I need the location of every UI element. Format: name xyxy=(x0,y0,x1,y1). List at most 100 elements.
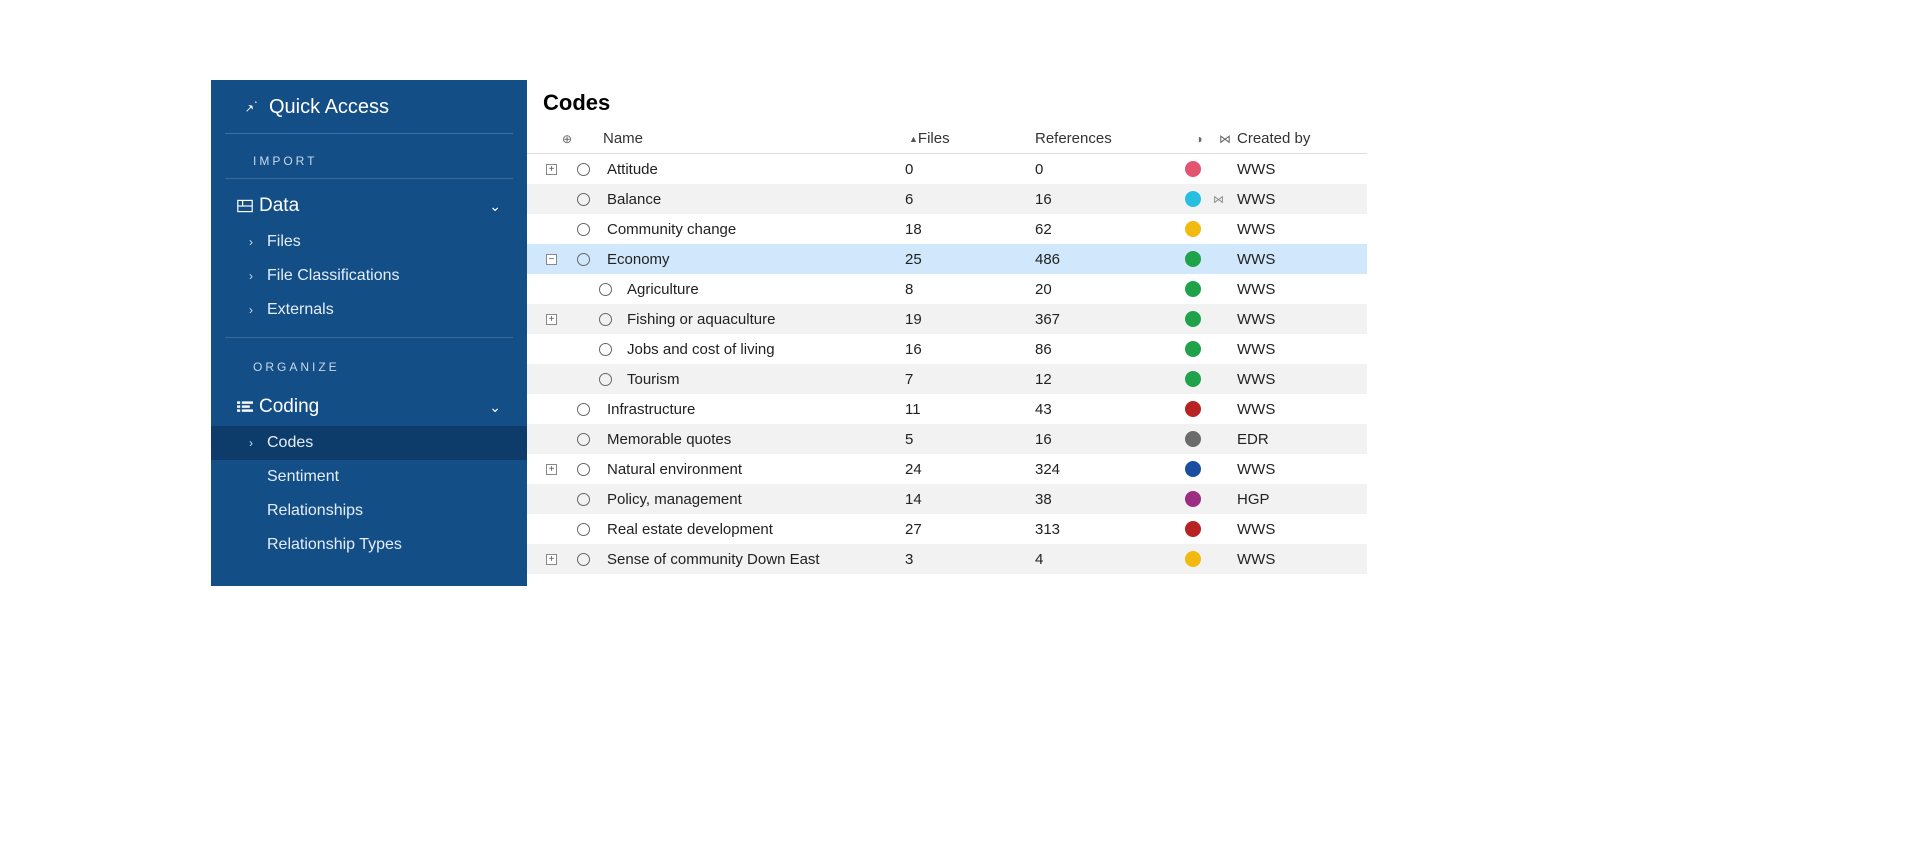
table-row[interactable]: Policy, management1438⋈HGP xyxy=(527,484,1367,514)
references-count: 43 xyxy=(1035,401,1185,418)
color-dot xyxy=(1185,311,1201,327)
sidebar-item-relationship-types[interactable]: Relationship Types xyxy=(211,528,527,562)
table-row[interactable]: +Fishing or aquaculture19367⋈WWS xyxy=(527,304,1367,334)
table-row[interactable]: Jobs and cost of living1686⋈WWS xyxy=(527,334,1367,364)
references-count: 486 xyxy=(1035,251,1185,268)
col-name[interactable]: Name xyxy=(603,130,905,147)
link-column-icon[interactable]: ⋈ xyxy=(1219,132,1231,146)
node-icon[interactable] xyxy=(577,403,590,416)
node-icon[interactable] xyxy=(577,523,590,536)
chevron-right-icon: › xyxy=(249,436,267,450)
add-icon[interactable]: ⊕ xyxy=(562,132,572,146)
chevron-down-icon: ⌄ xyxy=(489,198,501,215)
files-count: 5 xyxy=(905,431,1035,448)
color-dot xyxy=(1185,431,1201,447)
main-panel: Codes ⊕ Name ▲Files References ◑ ⋈ Creat… xyxy=(527,80,1367,586)
node-icon[interactable] xyxy=(577,223,590,236)
app-window: Quick Access IMPORT Data ⌄ ›Files›File C… xyxy=(211,80,1367,586)
code-name: Policy, management xyxy=(603,491,905,508)
created-by: WWS xyxy=(1237,461,1357,478)
sidebar-item-codes[interactable]: ›Codes xyxy=(211,426,527,460)
table-row[interactable]: Memorable quotes516⋈EDR xyxy=(527,424,1367,454)
created-by: HGP xyxy=(1237,491,1357,508)
sidebar-item-relationships[interactable]: Relationships xyxy=(211,494,527,528)
color-dot xyxy=(1185,521,1201,537)
table-row[interactable]: +Natural environment24324⋈WWS xyxy=(527,454,1367,484)
table-row[interactable]: −Economy25486⋈WWS xyxy=(527,244,1367,274)
chevron-right-icon: › xyxy=(249,269,267,283)
files-count: 27 xyxy=(905,521,1035,538)
expand-icon[interactable]: + xyxy=(546,464,557,475)
created-by: WWS xyxy=(1237,221,1357,238)
color-column-icon[interactable]: ◑ xyxy=(1195,132,1202,146)
references-count: 20 xyxy=(1035,281,1185,298)
node-icon[interactable] xyxy=(577,553,590,566)
table-row[interactable]: Real estate development27313⋈WWS xyxy=(527,514,1367,544)
created-by: WWS xyxy=(1237,551,1357,568)
collapse-icon[interactable]: − xyxy=(546,254,557,265)
references-count: 12 xyxy=(1035,371,1185,388)
created-by: EDR xyxy=(1237,431,1357,448)
references-count: 16 xyxy=(1035,191,1185,208)
files-count: 16 xyxy=(905,341,1035,358)
nav-group-coding[interactable]: Coding ⌄ xyxy=(211,388,527,426)
nav-group-data[interactable]: Data ⌄ xyxy=(211,187,527,225)
table-row[interactable]: Community change1862⋈WWS xyxy=(527,214,1367,244)
references-count: 86 xyxy=(1035,341,1185,358)
references-count: 38 xyxy=(1035,491,1185,508)
node-icon[interactable] xyxy=(577,253,590,266)
color-dot xyxy=(1185,401,1201,417)
color-dot xyxy=(1185,371,1201,387)
link-icon[interactable]: ⋈ xyxy=(1213,193,1237,206)
col-created-by[interactable]: Created by xyxy=(1237,130,1357,147)
table-row[interactable]: Tourism712⋈WWS xyxy=(527,364,1367,394)
code-name: Economy xyxy=(603,251,905,268)
created-by: WWS xyxy=(1237,341,1357,358)
references-count: 62 xyxy=(1035,221,1185,238)
sidebar-item-file-classifications[interactable]: ›File Classifications xyxy=(211,259,527,293)
table-row[interactable]: +Attitude00⋈WWS xyxy=(527,154,1367,184)
color-dot xyxy=(1185,161,1201,177)
color-dot xyxy=(1185,191,1201,207)
expand-icon[interactable]: + xyxy=(546,314,557,325)
table-row[interactable]: Agriculture820⋈WWS xyxy=(527,274,1367,304)
quick-access-header[interactable]: Quick Access xyxy=(225,90,513,134)
section-label-import: IMPORT xyxy=(225,148,513,179)
table-row[interactable]: +Sense of community Down East34⋈WWS xyxy=(527,544,1367,574)
color-dot xyxy=(1185,341,1201,357)
expand-icon[interactable]: + xyxy=(546,164,557,175)
color-dot xyxy=(1185,551,1201,567)
code-name: Jobs and cost of living xyxy=(603,341,905,358)
sidebar-item-label: Externals xyxy=(267,301,334,319)
node-icon[interactable] xyxy=(577,193,590,206)
references-count: 16 xyxy=(1035,431,1185,448)
expand-icon[interactable]: + xyxy=(546,554,557,565)
sidebar-item-externals[interactable]: ›Externals xyxy=(211,293,527,327)
files-count: 7 xyxy=(905,371,1035,388)
sidebar-item-sentiment[interactable]: Sentiment xyxy=(211,460,527,494)
sidebar: Quick Access IMPORT Data ⌄ ›Files›File C… xyxy=(211,80,527,586)
table-row[interactable]: Balance616⋈WWS xyxy=(527,184,1367,214)
pin-icon xyxy=(243,96,269,119)
created-by: WWS xyxy=(1237,401,1357,418)
node-icon[interactable] xyxy=(577,163,590,176)
table-row[interactable]: Infrastructure1143⋈WWS xyxy=(527,394,1367,424)
code-name: Balance xyxy=(603,191,905,208)
node-icon[interactable] xyxy=(577,493,590,506)
color-dot xyxy=(1185,461,1201,477)
sidebar-item-files[interactable]: ›Files xyxy=(211,225,527,259)
files-count: 3 xyxy=(905,551,1035,568)
files-count: 24 xyxy=(905,461,1035,478)
code-name: Sense of community Down East xyxy=(603,551,905,568)
color-dot xyxy=(1185,251,1201,267)
col-references[interactable]: References xyxy=(1035,130,1185,147)
node-icon[interactable] xyxy=(577,433,590,446)
node-icon[interactable] xyxy=(577,463,590,476)
table-header-row: ⊕ Name ▲Files References ◑ ⋈ Created by xyxy=(527,124,1367,154)
code-name: Memorable quotes xyxy=(603,431,905,448)
code-name: Real estate development xyxy=(603,521,905,538)
created-by: WWS xyxy=(1237,251,1357,268)
created-by: WWS xyxy=(1237,281,1357,298)
page-title: Codes xyxy=(527,80,1367,124)
col-files[interactable]: ▲Files xyxy=(905,130,1035,147)
